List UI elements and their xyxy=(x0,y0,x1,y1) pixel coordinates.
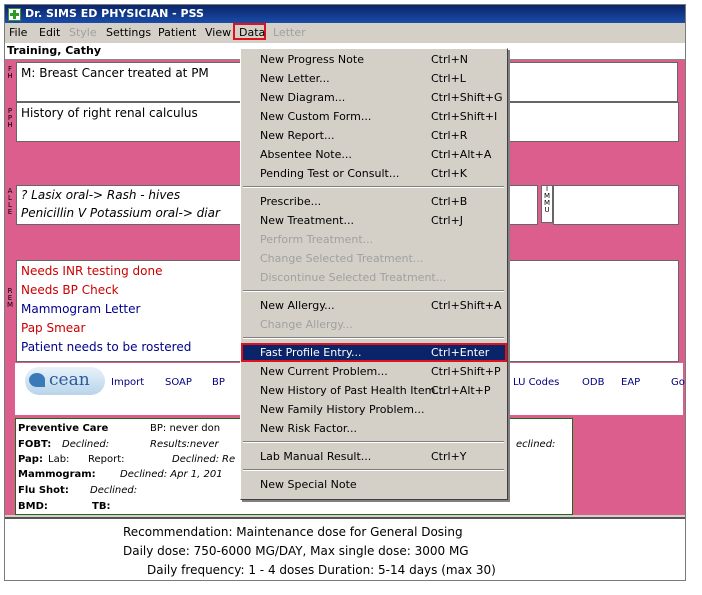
family-history-box-right[interactable] xyxy=(505,62,678,102)
app-cross-icon xyxy=(8,8,21,21)
menu-item-new-risk-factor[interactable]: New Risk Factor... xyxy=(241,419,507,438)
menu-item-new-family-history[interactable]: New Family History Problem... xyxy=(241,400,507,419)
bp-link[interactable]: BP xyxy=(212,377,225,388)
frequency-line: Daily frequency: 1 - 4 doses Duration: 5… xyxy=(147,563,496,577)
fobt-status: Declined: xyxy=(62,439,110,450)
fobt-right-status: eclined: xyxy=(516,439,556,450)
window-title: Dr. SIMS ED PHYSICIAN - PSS xyxy=(25,7,204,20)
menu-bar: File Edit Style Settings Patient View Da… xyxy=(5,23,685,43)
menu-item-absentee-note[interactable]: Absentee Note... Ctrl+Alt+A xyxy=(241,145,507,164)
flu-shot-label: Flu Shot: xyxy=(18,485,69,496)
immu-side-label: I M M U xyxy=(541,185,553,223)
alle-side-label: A L L E xyxy=(7,187,13,216)
reminder-item[interactable]: Pap Smear xyxy=(21,321,85,335)
pap-re: Re xyxy=(222,454,236,465)
reminder-item[interactable]: Needs INR testing done xyxy=(21,264,162,278)
menu-item-change-treatment[interactable]: Change Selected Treatment... xyxy=(241,249,507,268)
allergy-item: Penicillin V Potassium oral-> diar xyxy=(21,206,220,220)
mammogram-label: Mammogram: xyxy=(18,469,96,480)
wave-icon xyxy=(29,373,45,387)
fobt-label: FOBT: xyxy=(18,439,52,450)
menu-separator xyxy=(243,290,504,292)
menu-item-new-special-note[interactable]: New Special Note xyxy=(241,475,507,494)
menu-item-discontinue-treatment[interactable]: Discontinue Selected Treatment... xyxy=(241,268,507,287)
pph-side-label: P P H xyxy=(7,107,13,129)
pap-declined: Declined: xyxy=(172,454,220,465)
bmd-label: BMD: xyxy=(18,501,48,512)
fobt-results: Results:never xyxy=(150,439,219,450)
import-link[interactable]: Import xyxy=(111,377,144,388)
menu-separator xyxy=(243,337,504,339)
tb-label: TB: xyxy=(92,501,111,512)
menu-patient[interactable]: Patient xyxy=(158,26,196,39)
menu-item-new-past-health[interactable]: New History of Past Health Item... Ctrl+A… xyxy=(241,381,507,400)
menu-item-new-letter[interactable]: New Letter... Ctrl+L xyxy=(241,69,507,88)
data-dropdown-menu: New Progress Note Ctrl+N New Letter... Ctr… xyxy=(240,48,508,500)
dosing-recommendation-panel: Recommendation: Maintenance dose for Gen… xyxy=(5,517,685,580)
menu-item-lab-manual-result[interactable]: Lab Manual Result... Ctrl+Y xyxy=(241,447,507,466)
menu-settings[interactable]: Settings xyxy=(106,26,151,39)
reminder-item[interactable]: Mammogram Letter xyxy=(21,302,140,316)
odb-link[interactable]: ODB xyxy=(582,377,604,388)
menu-item-new-diagram[interactable]: New Diagram... Ctrl+Shift+G xyxy=(241,88,507,107)
allergy-item: ? Lasix oral-> Rash - hives xyxy=(21,188,181,202)
menu-data-label: Data xyxy=(239,26,266,39)
menu-item-new-report[interactable]: New Report... Ctrl+R xyxy=(241,126,507,145)
menu-letter[interactable]: Letter xyxy=(273,26,306,39)
immunization-box[interactable] xyxy=(553,185,679,225)
past-history-text: History of right renal calculus xyxy=(21,106,198,120)
menu-item-change-allergy[interactable]: Change Allergy... xyxy=(241,315,507,334)
flu-shot-status: Declined: xyxy=(90,485,138,496)
menu-view[interactable]: View xyxy=(205,26,231,39)
daily-dose-line: Daily dose: 750-6000 MG/DAY, Max single … xyxy=(123,544,469,558)
recommendation-line: Recommendation: Maintenance dose for Gen… xyxy=(123,525,463,539)
pap-lab: Lab: xyxy=(48,454,70,465)
application-window: Dr. SIMS ED PHYSICIAN - PSS File Edit St… xyxy=(4,4,686,581)
menu-separator xyxy=(243,186,504,188)
fh-side-label: F H xyxy=(7,65,13,80)
menu-item-prescribe[interactable]: Prescribe... Ctrl+B xyxy=(241,192,507,211)
menu-item-pending-test[interactable]: Pending Test or Consult... Ctrl+K xyxy=(241,164,507,183)
pap-report: Report: xyxy=(88,454,125,465)
menu-item-new-progress-note[interactable]: New Progress Note Ctrl+N xyxy=(241,50,507,69)
bp-status: BP: never don xyxy=(150,423,221,434)
menu-item-new-custom-form[interactable]: New Custom Form... Ctrl+Shift+I xyxy=(241,107,507,126)
eap-link[interactable]: EAP xyxy=(621,377,640,388)
menu-separator xyxy=(243,469,504,471)
title-bar: Dr. SIMS ED PHYSICIAN - PSS xyxy=(5,5,685,23)
reminder-item[interactable]: Patient needs to be rostered xyxy=(21,340,191,354)
fast-profile-callout xyxy=(241,343,507,362)
menu-style[interactable]: Style xyxy=(69,26,97,39)
go-link[interactable]: Go xyxy=(671,377,685,388)
preventive-care-title: Preventive Care xyxy=(18,423,109,434)
pap-label: Pap: xyxy=(18,454,43,465)
ocean-logo-text: cean xyxy=(49,370,90,390)
menu-item-new-current-problem[interactable]: New Current Problem... Ctrl+Shift+P xyxy=(241,362,507,381)
menu-separator xyxy=(243,441,504,443)
patient-name: Training, Cathy xyxy=(7,44,101,57)
family-history-text: M: Breast Cancer treated at PM xyxy=(21,66,209,80)
menu-file[interactable]: File xyxy=(9,26,27,39)
lu-codes-link[interactable]: LU Codes xyxy=(513,377,559,388)
mammogram-status: Declined: Apr 1, 201 xyxy=(120,469,223,480)
menu-item-new-allergy[interactable]: New Allergy... Ctrl+Shift+A xyxy=(241,296,507,315)
ocean-logo[interactable]: cean xyxy=(25,367,105,395)
soap-link[interactable]: SOAP xyxy=(165,377,192,388)
menu-item-perform-treatment[interactable]: Perform Treatment... xyxy=(241,230,507,249)
menu-data[interactable]: Data xyxy=(233,23,266,40)
menu-edit[interactable]: Edit xyxy=(39,26,60,39)
menu-item-new-treatment[interactable]: New Treatment... Ctrl+J xyxy=(241,211,507,230)
reminder-item[interactable]: Needs BP Check xyxy=(21,283,119,297)
rem-side-label: R E M xyxy=(6,287,14,309)
